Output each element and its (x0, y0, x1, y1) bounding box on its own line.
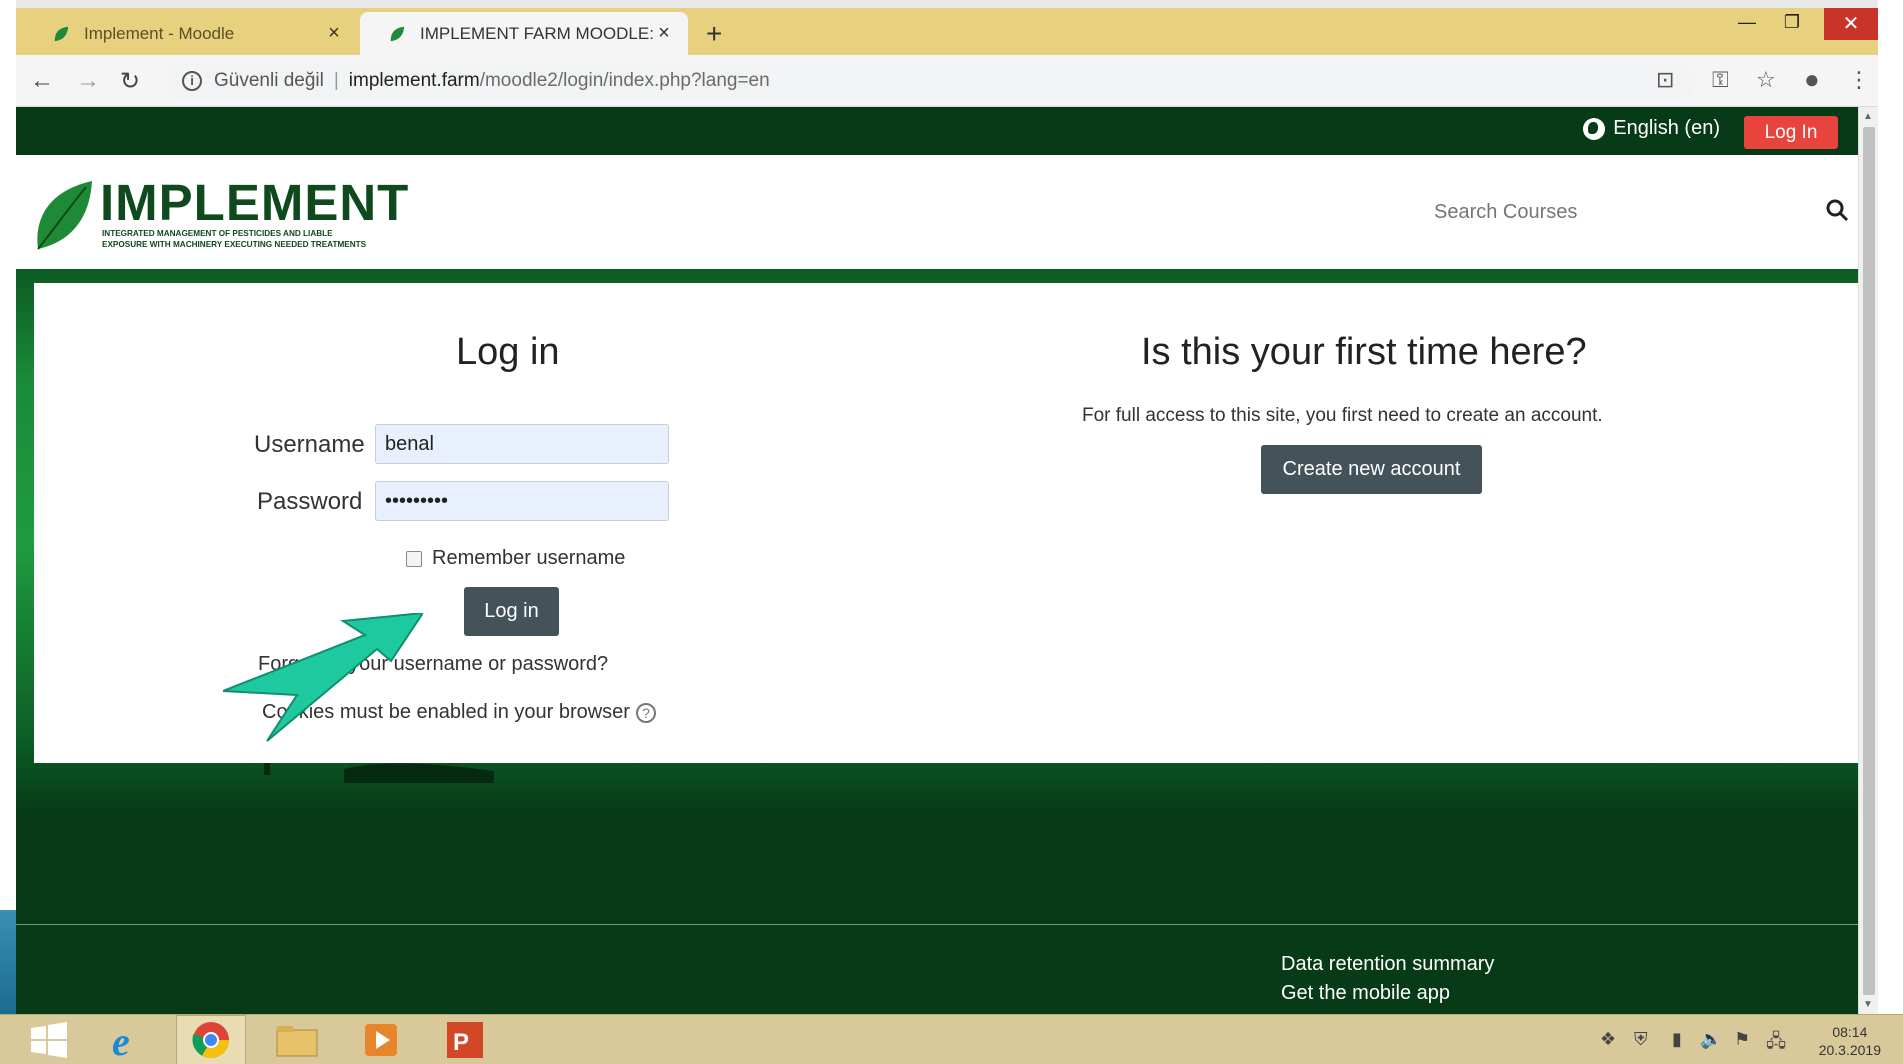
security-tray-icon[interactable]: ⛨ (1634, 1029, 1648, 1050)
mobile-app-link[interactable]: Get the mobile app (1281, 982, 1450, 1005)
windows-start-icon[interactable] (14, 1015, 84, 1064)
signup-text: For full access to this site, you first … (1082, 405, 1603, 426)
volume-icon[interactable]: 🔈 (1700, 1029, 1722, 1050)
site-header: IMPLEMENT INTEGRATED MANAGEMENT OF PESTI… (16, 155, 1858, 269)
svg-text:e: e (112, 1019, 130, 1061)
leaf-favicon-icon (54, 26, 69, 41)
desktop-edge-right (1878, 0, 1903, 1014)
clock-time: 08:14 (1832, 1024, 1868, 1040)
tab-close-icon[interactable]: × (654, 22, 674, 45)
key-icon[interactable]: ⚿ (1712, 67, 1729, 93)
teal-arrow-annotation (223, 613, 423, 742)
tab-implement-farm-login[interactable]: IMPLEMENT FARM MOODLE: Log × (360, 12, 688, 55)
internet-explorer-icon[interactable]: e (92, 1015, 162, 1064)
dark-band (16, 814, 1858, 924)
language-menu[interactable]: English (en) (1583, 117, 1720, 140)
login-submit-button[interactable]: Log in (464, 587, 559, 636)
leaf-favicon-icon (390, 26, 405, 41)
back-icon[interactable]: ← (30, 67, 54, 95)
tab-bar: Implement - Moodle × IMPLEMENT FARM MOOD… (16, 8, 1878, 55)
url-separator: | (333, 70, 339, 91)
svg-text:P: P (453, 1029, 469, 1056)
battery-icon[interactable]: ▮ (1672, 1029, 1682, 1050)
scroll-up-icon[interactable]: ▲ (1863, 111, 1873, 122)
tab-implement-moodle[interactable]: Implement - Moodle × (24, 12, 358, 55)
browser-window: Implement - Moodle × IMPLEMENT FARM MOOD… (16, 8, 1878, 1014)
leaf-logo-icon (37, 181, 92, 250)
clock-date: 20.3.2019 (1818, 1042, 1881, 1058)
powerpoint-icon[interactable]: P (430, 1015, 500, 1064)
login-heading: Log in (456, 331, 560, 373)
header-login-button[interactable]: Log In (1744, 116, 1838, 149)
chrome-icon[interactable] (176, 1015, 246, 1064)
remember-checkbox[interactable] (406, 550, 422, 567)
translate-icon[interactable]: ⊡ (1656, 67, 1674, 93)
windows-taskbar: e P ❖ ⛨ ▮ 🔈 ⚑ 🖧 08:14 20.3.2019 (0, 1014, 1903, 1064)
url-host: implement.farm (348, 70, 480, 91)
page-viewport: English (en) Log In IMPLEMENT INTEGRATED… (16, 107, 1878, 1014)
remember-username[interactable]: Remember username (406, 547, 625, 570)
logo-tagline-1: INTEGRATED MANAGEMENT OF PESTICIDES AND … (102, 229, 333, 238)
language-label: English (en) (1613, 117, 1720, 139)
reload-icon[interactable]: ↻ (120, 67, 140, 96)
logo-wordmark: IMPLEMENT (100, 174, 410, 231)
password-label: Password (257, 488, 363, 515)
search-courses-input[interactable] (1434, 201, 1774, 224)
taskbar-clock[interactable]: 08:14 20.3.2019 (1819, 1023, 1881, 1059)
dropbox-icon[interactable]: ❖ (1600, 1029, 1616, 1050)
minimize-icon[interactable]: — (1738, 12, 1756, 33)
window-close-icon[interactable]: ✕ (1824, 8, 1878, 40)
signup-heading: Is this your first time here? (1141, 331, 1587, 373)
scroll-down-icon[interactable]: ▼ (1863, 999, 1873, 1010)
tab-title: Implement - Moodle (84, 23, 235, 43)
new-tab-button[interactable]: + (706, 18, 722, 50)
restore-icon[interactable]: ❐ (1784, 12, 1800, 33)
tab-close-icon[interactable]: × (324, 22, 344, 45)
security-label: Güvenli değil (214, 70, 324, 91)
remember-label: Remember username (432, 547, 626, 569)
password-field[interactable] (375, 481, 669, 521)
profile-icon[interactable]: ● (1804, 64, 1820, 95)
network-icon[interactable]: 🖧 (1766, 1029, 1786, 1059)
media-player-icon[interactable] (346, 1015, 416, 1064)
scroll-thumb[interactable] (1863, 127, 1875, 995)
info-icon[interactable]: i (182, 71, 202, 91)
data-retention-link[interactable]: Data retention summary (1281, 953, 1494, 976)
create-account-button[interactable]: Create new account (1261, 445, 1482, 494)
implement-logo[interactable]: IMPLEMENT INTEGRATED MANAGEMENT OF PESTI… (34, 177, 408, 252)
desktop-edge-left (0, 0, 16, 1014)
desktop-wallpaper-accent (0, 910, 16, 1014)
address-bar: ← → ↻ i Güvenli değil | implement.farm /… (16, 55, 1878, 107)
star-icon[interactable]: ☆ (1756, 67, 1776, 93)
url-path: /moodle2/login/index.php?lang=en (479, 70, 770, 91)
top-navbar: English (en) Log In (16, 107, 1858, 155)
url-bar[interactable]: i Güvenli değil | implement.farm /moodle… (166, 63, 1696, 99)
page-scrollbar[interactable]: ▲ ▼ (1858, 107, 1878, 1014)
file-explorer-icon[interactable] (262, 1015, 332, 1064)
flag-icon[interactable]: ⚑ (1734, 1029, 1750, 1050)
globe-icon (1583, 117, 1606, 140)
username-field[interactable] (375, 424, 669, 464)
forward-icon[interactable]: → (76, 67, 100, 95)
username-label: Username (254, 431, 365, 458)
help-icon[interactable]: ? (635, 702, 656, 723)
site-footer: Data retention summary Get the mobile ap… (16, 924, 1858, 1014)
tab-title: IMPLEMENT FARM MOODLE: Log (420, 23, 654, 43)
menu-icon[interactable]: ⋮ (1848, 67, 1870, 93)
search-icon[interactable] (1824, 197, 1850, 223)
logo-tagline-2: EXPOSURE WITH MACHINERY EXECUTING NEEDED… (102, 240, 367, 249)
